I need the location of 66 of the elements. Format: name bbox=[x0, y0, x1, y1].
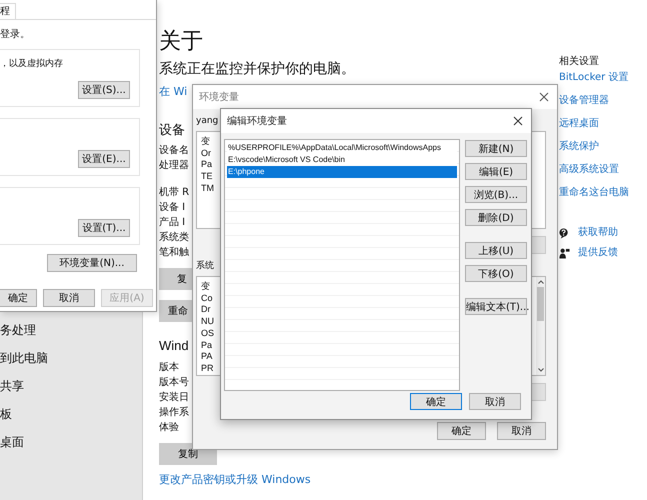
path-entry[interactable]: E:\vscode\Microsoft VS Code\bin bbox=[227, 154, 457, 166]
related-link[interactable]: BitLocker 设置 bbox=[559, 71, 628, 85]
related-link[interactable]: 重命名这台电脑 bbox=[559, 186, 629, 200]
sidebar-item[interactable]: 务处理 bbox=[0, 316, 142, 344]
spec-label: 操作系 bbox=[159, 406, 189, 420]
dialog-button[interactable]: 浏览(B)... bbox=[465, 186, 527, 203]
related-link[interactable]: 高级系统设置 bbox=[559, 163, 619, 177]
spec-label: 版本 bbox=[159, 360, 180, 375]
spec-label: 安装日 bbox=[159, 390, 189, 405]
dialog-button[interactable]: 确定 bbox=[437, 422, 486, 440]
spec-label: 处理器 bbox=[159, 158, 189, 173]
feedback-icon bbox=[559, 248, 570, 258]
status-text: 系统正在监控并保护你的电脑。 bbox=[159, 60, 355, 78]
dialog-button[interactable]: 取消 bbox=[497, 422, 546, 440]
scroll-up-icon[interactable] bbox=[536, 279, 544, 285]
spec-label: 设备名 bbox=[159, 144, 189, 158]
section-heading: 设备 bbox=[159, 121, 185, 139]
window-title: 编辑环境变量 bbox=[227, 114, 287, 128]
help-icon bbox=[559, 228, 570, 238]
spec-label: 产品 I bbox=[159, 216, 186, 230]
spec-label: 笔和触 bbox=[159, 246, 190, 260]
window-title: 环境变量 bbox=[199, 90, 239, 104]
settings-button[interactable]: 设置(S)... bbox=[78, 81, 130, 99]
scroll-thumb[interactable] bbox=[537, 287, 544, 321]
scroll-down-icon[interactable] bbox=[536, 367, 544, 373]
close-icon[interactable] bbox=[513, 116, 523, 126]
ok-button[interactable]: 确定 bbox=[410, 393, 462, 410]
sidebar-item[interactable]: 共享 bbox=[0, 372, 142, 400]
related-heading: 相关设置 bbox=[559, 55, 599, 69]
tab[interactable]: 程 bbox=[0, 3, 16, 19]
dialog-button[interactable]: 上移(U) bbox=[465, 242, 527, 259]
dialog-button[interactable]: 确定 bbox=[0, 288, 37, 306]
related-link[interactable]: 设备管理器 bbox=[559, 94, 609, 108]
spec-label: 机带 R bbox=[159, 186, 190, 200]
page-title: 关于 bbox=[159, 28, 203, 56]
spec-label: 系统类 bbox=[159, 230, 190, 245]
sidebar-item[interactable]: 桌面 bbox=[0, 428, 142, 456]
description-text: 登录。 bbox=[0, 28, 31, 41]
dialog-button[interactable]: 下移(O) bbox=[465, 265, 527, 282]
cancel-button[interactable]: 取消 bbox=[469, 393, 521, 410]
group-text: ，以及虚拟内存 bbox=[0, 58, 64, 70]
upgrade-link[interactable]: 更改产品密钥或升级 Windows bbox=[159, 473, 311, 487]
dialog-button[interactable]: 编辑(E) bbox=[465, 163, 527, 180]
related-link[interactable]: 系统保护 bbox=[559, 140, 599, 154]
spec-label: 版本号 bbox=[159, 376, 189, 390]
path-entry[interactable]: %USERPROFILE%\AppData\Local\Microsoft\WindowsApps bbox=[227, 142, 457, 154]
spec-label: 体验 bbox=[159, 421, 180, 435]
related-link[interactable]: 远程桌面 bbox=[559, 117, 599, 131]
dialog-button[interactable]: 删除(D) bbox=[465, 209, 527, 226]
close-icon[interactable] bbox=[539, 92, 549, 102]
path-entry[interactable]: E:\phpone bbox=[227, 166, 457, 178]
scrollbar[interactable] bbox=[536, 277, 545, 375]
settings-button[interactable]: 设置(E)... bbox=[78, 150, 130, 168]
sidebar-item[interactable]: 到此电脑 bbox=[0, 344, 142, 372]
settings-button[interactable]: 设置(T)... bbox=[78, 219, 130, 237]
sidebar-item[interactable]: 板 bbox=[0, 400, 142, 428]
spec-label: 设备 I bbox=[159, 201, 186, 215]
support-link[interactable]: 提供反馈 bbox=[578, 246, 618, 260]
section-heading: Wind bbox=[159, 337, 189, 355]
security-link[interactable]: 在 Wi bbox=[159, 84, 188, 100]
dialog-button[interactable]: 编辑文本(T)... bbox=[465, 298, 527, 315]
environment-variables-button[interactable]: 环境变量(N)... bbox=[47, 254, 137, 272]
support-link[interactable]: 获取帮助 bbox=[578, 226, 618, 240]
dialog-button[interactable]: 新建(N) bbox=[465, 140, 527, 157]
dialog-button[interactable]: 取消 bbox=[43, 288, 95, 306]
section-label: yang bbox=[196, 115, 218, 128]
